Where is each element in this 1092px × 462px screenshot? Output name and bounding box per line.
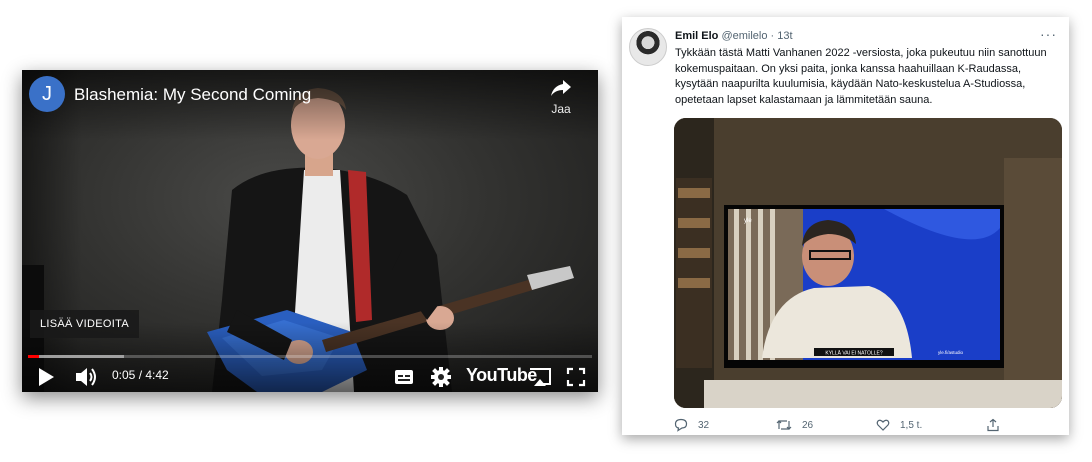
tweet-header: Emil Elo @emilelo · 13t	[675, 30, 793, 42]
reply-button[interactable]: 32	[674, 418, 709, 432]
volume-icon[interactable]	[74, 366, 100, 388]
top-gradient	[22, 70, 598, 140]
author-name[interactable]: Emil Elo	[675, 30, 718, 42]
fullscreen-icon[interactable]	[566, 366, 586, 388]
progress-played	[28, 355, 40, 358]
more-dots-icon[interactable]: ···	[1040, 26, 1057, 42]
share-label: Jaa	[551, 102, 571, 116]
header-separator: ·	[770, 30, 775, 42]
tweet-media[interactable]: KYLLÄ VAI EI NATOLLE? yle.fi/astudio yle	[674, 118, 1062, 408]
tweet-time[interactable]: 13t	[777, 30, 792, 42]
subtitles-icon[interactable]	[394, 366, 414, 388]
channel-avatar[interactable]: J	[29, 76, 65, 112]
more-videos-button[interactable]: LISÄÄ VIDEOITA	[30, 310, 139, 338]
tweet-actions: 32 26 1,5 t.	[674, 418, 1062, 434]
reply-icon	[674, 418, 688, 432]
tv-corner: yle.fi/astudio	[938, 350, 964, 355]
play-icon[interactable]	[36, 366, 56, 388]
tv-logo: yle	[744, 218, 752, 224]
youtube-player[interactable]: J Blashemia: My Second Coming Jaa LISÄÄ …	[22, 70, 598, 392]
retweet-count: 26	[802, 419, 814, 431]
time-display: 0:05 / 4:42	[112, 368, 169, 382]
author-avatar[interactable]	[629, 28, 667, 66]
author-handle[interactable]: @emilelo	[721, 30, 767, 42]
reply-count: 32	[698, 419, 710, 431]
progress-bar[interactable]	[28, 355, 592, 358]
like-button[interactable]: 1,5 t.	[876, 418, 922, 432]
video-title[interactable]: Blashemia: My Second Coming	[74, 85, 311, 105]
share-tweet-button[interactable]	[986, 418, 1000, 432]
settings-gear-icon[interactable]	[430, 366, 452, 388]
progress-buffered	[28, 355, 124, 358]
tweet-text: Tykkään tästä Matti Vanhanen 2022 -versi…	[675, 47, 1047, 106]
retweet-button[interactable]: 26	[776, 418, 813, 432]
media-photo-tv: KYLLÄ VAI EI NATOLLE? yle.fi/astudio yle	[674, 118, 1062, 408]
tv-caption: KYLLÄ VAI EI NATOLLE?	[825, 350, 882, 357]
retweet-icon	[776, 420, 792, 430]
heart-icon	[876, 419, 890, 431]
like-count: 1,5 t.	[900, 419, 923, 431]
share-button[interactable]: Jaa	[538, 78, 584, 116]
youtube-logo[interactable]: YouTube	[466, 365, 537, 386]
tweet-card[interactable]: Emil Elo @emilelo · 13t ··· Tykkään täst…	[622, 17, 1069, 435]
share-tweet-icon	[987, 418, 999, 432]
share-icon	[551, 80, 571, 96]
cast-icon[interactable]	[528, 366, 552, 388]
